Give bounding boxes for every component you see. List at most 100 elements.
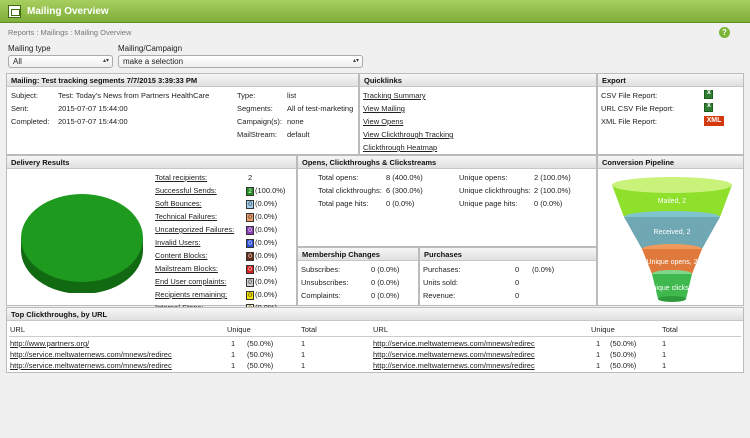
unique-page-hits-label: Unique page hits: [459,199,518,208]
quicklink-view-opens[interactable]: View Opens [363,117,403,126]
delivery-row-count: 0 [246,226,254,235]
delivery-pie-chart [21,194,143,293]
clickthrough-pct: (50.0%) [247,339,274,348]
mailstream-value: default [287,130,310,139]
clickthrough-pct: (50.0%) [610,339,637,348]
delivery-row-label[interactable]: Uncategorized Failures: [155,225,234,234]
window-title: Mailing Overview [27,5,109,17]
opens-header: Opens, Clickthroughs & Clickstreams [298,156,596,169]
delivery-row-label[interactable]: Soft Bounces: [155,199,202,208]
total-page-hits-label: Total page hits: [318,199,369,208]
total-recipients-label[interactable]: Total recipients: [155,173,207,182]
excel-icon[interactable] [704,89,713,99]
clickthrough-url-link[interactable]: http://service.meltwaternews.com/mnews/r… [10,350,172,359]
complaints-label: Complaints: [301,291,341,300]
clickthrough-url-link[interactable]: http://service.meltwaternews.com/mnews/r… [373,350,535,359]
pipeline-header: Conversion Pipeline [598,156,743,169]
main-content: Reports : Mailings : Mailing Overview ? … [0,23,750,438]
delivery-row-label[interactable]: Technical Failures: [155,212,217,221]
campaign-select[interactable]: make a selection ▴▾ [118,55,363,68]
table-divider [9,336,741,337]
delivery-row-pct: (0.0%) [255,238,278,247]
excel-icon[interactable] [704,102,713,112]
delivery-row-label[interactable]: Content Blocks: [155,251,208,260]
delivery-row-count: 2 [246,187,254,196]
clickthroughs-header: Top Clickthroughs, by URL [7,308,743,321]
mailing-icon [8,4,21,18]
delivery-header: Delivery Results [7,156,296,169]
select-arrows-icon: ▴▾ [352,58,359,64]
col-url: URL [373,325,389,334]
delivery-row-count: 0 [246,278,254,287]
clickthrough-url-link[interactable]: http://service.meltwaternews.com/mnews/r… [373,361,535,370]
clickthrough-url-link[interactable]: http://www.partners.org/ [10,339,89,348]
quicklinks-panel: Quicklinks Tracking Summary View Mailing… [359,73,597,155]
delivery-row-label[interactable]: Recipients remaining: [155,290,227,299]
units-sold-value: 0 [515,278,520,287]
xml-report-label: XML File Report: [601,117,657,126]
mailing-info-panel: Mailing: Test tracking segments 7/7/2015… [6,73,359,155]
clickthrough-total: 1 [662,361,667,370]
quicklink-clickthrough-heatmap[interactable]: Clickthrough Heatmap [363,143,437,152]
funnel-label-received: Received, 2 [654,229,691,236]
delivery-row-count: 0 [246,265,254,274]
type-value: list [287,91,297,100]
delivery-row-pct: (0.0%) [255,264,278,273]
total-clickthroughs-label: Total clickthroughs: [318,186,382,195]
window-titlebar: Mailing Overview [0,0,750,23]
delivery-row-count: 0 [246,200,254,209]
clickthrough-pct: (50.0%) [610,350,637,359]
help-icon[interactable]: ? [719,27,730,38]
mailing-type-value: All [13,57,22,66]
xml-icon[interactable]: XML [704,116,724,126]
unique-opens-value: 2 (100.0%) [534,173,571,182]
clickthrough-pct: (50.0%) [247,350,274,359]
url-csv-report-label: URL CSV File Report: [601,104,675,113]
unsubscribes-label: Unsubscribes: [301,278,349,287]
delivery-row-pct: (0.0%) [255,212,278,221]
select-arrows-icon: ▴▾ [102,58,109,64]
mailstream-label: MailStream: [237,130,278,139]
clickthrough-total: 1 [301,350,306,359]
funnel-top [612,177,732,193]
opens-panel: Opens, Clickthroughs & Clickstreams Tota… [297,155,597,247]
segments-value: All of test-marketing [287,104,354,113]
complaints-value: 0 (0.0%) [371,291,400,300]
completed-value: 2015-07-07 15:44:00 [58,117,128,126]
delivery-row-count: 0 [246,291,254,300]
total-clickthroughs-value: 6 (300.0%) [386,186,423,195]
campaign-label: Mailing/Campaign [118,44,183,53]
purchases-label: Purchases: [423,265,461,274]
clickthrough-url-link[interactable]: http://service.meltwaternews.com/mnews/r… [373,339,535,348]
purchases-pct: (0.0%) [532,265,555,274]
col-total: Total [301,325,317,334]
delivery-row-label[interactable]: Mailstream Blocks: [155,264,218,273]
delivery-results-panel: Delivery Results Total recipients: 2 Suc… [6,155,297,313]
quicklink-tracking-summary[interactable]: Tracking Summary [363,91,426,100]
subject-value: Test: Today's News from Partners HealthC… [58,91,210,100]
clickthrough-unique: 1 [231,361,236,370]
total-recipients-value: 2 [248,173,253,182]
clickthrough-url-link[interactable]: http://service.meltwaternews.com/mnews/r… [10,361,172,370]
delivery-row-pct: (0.0%) [255,251,278,260]
delivery-row-label[interactable]: End User complaints: [155,277,226,286]
total-page-hits-value: 0 (0.0%) [386,199,415,208]
clickthrough-unique: 1 [231,350,236,359]
delivery-row-label[interactable]: Successful Sends: [155,186,217,195]
type-label: Type: [237,91,256,100]
unique-clickthroughs-value: 2 (100.0%) [534,186,571,195]
quicklink-view-mailing[interactable]: View Mailing [363,104,405,113]
total-opens-label: Total opens: [318,173,359,182]
quicklink-clickthrough-tracking[interactable]: View Clickthrough Tracking [363,130,453,139]
delivery-row-label[interactable]: Invalid Users: [155,238,200,247]
csv-report-label: CSV File Report: [601,91,658,100]
pipeline-funnel: Mailed, 2 Received, 2 Unique opens, 2 Un… [612,177,732,302]
campaigns-value: none [287,117,304,126]
export-panel: Export CSV File Report: URL CSV File Rep… [597,73,744,155]
unique-opens-label: Unique opens: [459,173,508,182]
mailing-type-select[interactable]: All ▴▾ [8,55,113,68]
clickthrough-total: 1 [301,361,306,370]
units-sold-label: Units sold: [423,278,459,287]
clickthrough-pct: (50.0%) [610,361,637,370]
col-unique: Unique [591,325,615,334]
